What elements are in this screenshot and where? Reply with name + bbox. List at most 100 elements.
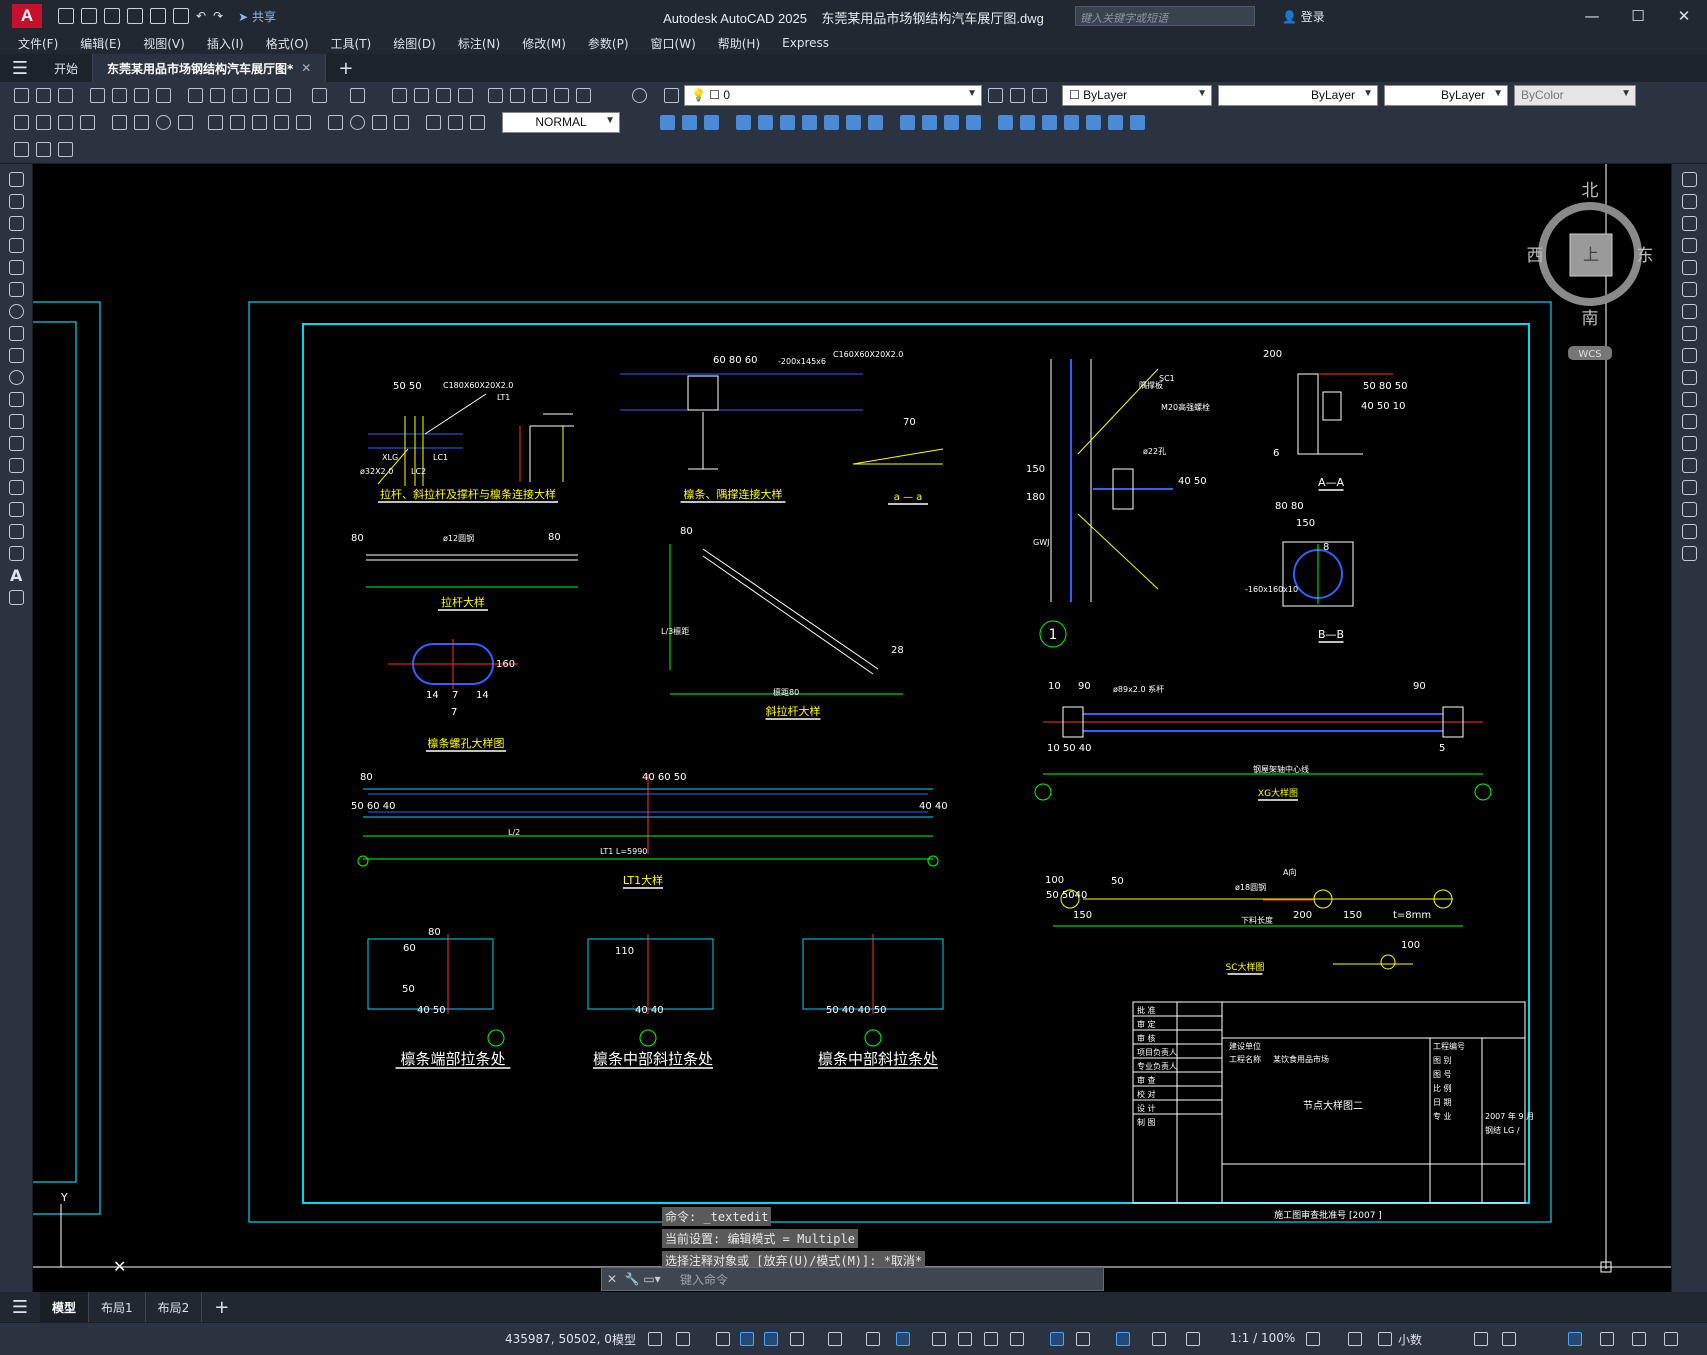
tolerance-icon[interactable] <box>328 115 343 130</box>
blend-icon[interactable] <box>1682 524 1697 539</box>
box-icon[interactable] <box>660 115 675 130</box>
check-icon[interactable] <box>1086 115 1101 130</box>
blockeditor-icon[interactable] <box>276 88 291 103</box>
annotation-visibility-icon[interactable] <box>1152 1332 1166 1346</box>
shell-icon[interactable] <box>1020 115 1035 130</box>
baseline-icon[interactable] <box>230 115 245 130</box>
mtext-icon[interactable]: A <box>10 566 22 585</box>
cut-icon[interactable] <box>188 88 203 103</box>
coordinate-readout[interactable]: 435987, 50502, 0 <box>505 1332 612 1346</box>
clean-screen-icon[interactable] <box>1632 1332 1646 1346</box>
annotation-scale-button[interactable]: 1:1 / 100% <box>1230 1331 1295 1345</box>
gradient-icon[interactable] <box>9 502 24 517</box>
undo-tool-icon[interactable] <box>312 88 327 103</box>
lineweight-icon[interactable] <box>932 1332 946 1346</box>
dimstyle-dropdown[interactable]: NORMAL ▼ <box>502 112 620 133</box>
isolate-objects-icon[interactable] <box>1600 1332 1614 1346</box>
redo-tool-icon[interactable] <box>350 88 365 103</box>
lineweight-dropdown[interactable]: ByLayer ▼ <box>1384 85 1508 106</box>
menu-window[interactable]: 窗口(W) <box>651 35 696 52</box>
save-icon[interactable] <box>104 8 120 24</box>
infer-constraints-icon[interactable] <box>716 1332 730 1346</box>
menu-parametric[interactable]: 参数(P) <box>588 35 629 52</box>
ordinate-icon[interactable] <box>80 115 95 130</box>
region-icon[interactable] <box>9 524 24 539</box>
minimize-button[interactable]: — <box>1569 0 1615 32</box>
layer-state-icon[interactable] <box>1032 88 1047 103</box>
break-icon[interactable] <box>1682 436 1697 451</box>
open-icon[interactable] <box>36 88 51 103</box>
grid-icon[interactable] <box>648 1332 662 1346</box>
polyline-icon[interactable] <box>9 216 24 231</box>
close-tab-icon[interactable]: ✕ <box>301 61 311 75</box>
fillet-edge-icon[interactable] <box>1130 115 1145 130</box>
toolpalettes-icon[interactable] <box>532 88 547 103</box>
customization-icon[interactable] <box>1664 1332 1678 1346</box>
properties-icon[interactable] <box>488 88 503 103</box>
scale-icon[interactable] <box>1682 326 1697 341</box>
login-button[interactable]: 👤 登录 <box>1282 8 1325 25</box>
gizmo-icon[interactable] <box>1116 1332 1130 1346</box>
diameter-icon[interactable] <box>156 115 171 130</box>
ortho-icon[interactable] <box>764 1332 778 1346</box>
break-point-icon[interactable] <box>1682 414 1697 429</box>
3d-print-icon[interactable] <box>156 88 171 103</box>
line-icon[interactable] <box>9 172 24 187</box>
help-icon[interactable] <box>632 88 647 103</box>
units-dropdown[interactable]: 小数 <box>1398 1331 1422 1348</box>
open-file-icon[interactable] <box>81 8 97 24</box>
object-snap-icon[interactable] <box>896 1332 910 1346</box>
trim-icon[interactable] <box>1682 370 1697 385</box>
save-tool-icon[interactable] <box>58 88 73 103</box>
share-button[interactable]: ➤ 共享 <box>238 8 276 25</box>
polygon-icon[interactable] <box>9 238 24 253</box>
add-selected-icon[interactable] <box>9 590 24 605</box>
color-dropdown[interactable]: ☐ ByLayer ▼ <box>1062 85 1212 106</box>
object-snap-tracking-icon[interactable] <box>866 1332 880 1346</box>
close-block-icon[interactable] <box>58 142 73 157</box>
tab-start[interactable]: 开始 <box>40 54 94 82</box>
isodraft-icon[interactable] <box>828 1332 842 1346</box>
arc-icon[interactable] <box>9 282 24 297</box>
transparency-icon[interactable] <box>958 1332 972 1346</box>
section-icon[interactable] <box>868 115 883 130</box>
plot-icon[interactable] <box>173 8 189 24</box>
stretch-icon[interactable] <box>1682 348 1697 363</box>
selection-cycling-icon[interactable] <box>984 1332 998 1346</box>
menu-express[interactable]: Express <box>782 36 829 50</box>
array-icon[interactable] <box>1682 260 1697 275</box>
zoom-window-icon[interactable] <box>436 88 451 103</box>
subtract-icon[interactable] <box>802 115 817 130</box>
customize-wrench-icon[interactable]: 🔧 <box>622 1272 642 1286</box>
dim-edit-icon[interactable] <box>426 115 441 130</box>
snap-icon[interactable] <box>676 1332 690 1346</box>
extend-icon[interactable] <box>1682 392 1697 407</box>
imprint-icon[interactable] <box>1108 115 1123 130</box>
designcenter-icon[interactable] <box>510 88 525 103</box>
menu-draw[interactable]: 绘图(D) <box>393 35 436 52</box>
layer-properties-icon[interactable] <box>664 88 679 103</box>
clean-icon[interactable] <box>1064 115 1079 130</box>
circle-icon[interactable] <box>9 304 24 319</box>
auto-scale-icon[interactable] <box>1186 1332 1200 1346</box>
explode-icon[interactable] <box>1682 546 1697 561</box>
save-block-icon[interactable] <box>36 142 51 157</box>
revolve-icon[interactable] <box>758 115 773 130</box>
move-icon[interactable] <box>1682 282 1697 297</box>
calculator-icon[interactable] <box>576 88 591 103</box>
selection-filter-icon[interactable] <box>1076 1332 1090 1346</box>
tab-layout1[interactable]: 布局1 <box>89 1292 146 1322</box>
separate-icon[interactable] <box>1042 115 1057 130</box>
tab-model[interactable]: 模型 <box>40 1292 90 1322</box>
matchprop-icon[interactable] <box>254 88 269 103</box>
center-mark-icon[interactable] <box>350 115 365 130</box>
erase-icon[interactable] <box>1682 172 1697 187</box>
rectangle-icon[interactable] <box>9 260 24 275</box>
menu-help[interactable]: 帮助(H) <box>718 35 760 52</box>
units-icon[interactable] <box>1378 1332 1392 1346</box>
polar-icon[interactable] <box>790 1332 804 1346</box>
command-input[interactable]: 键入命令 <box>680 1271 728 1288</box>
offset-icon[interactable] <box>1682 238 1697 253</box>
menu-edit[interactable]: 编辑(E) <box>80 35 121 52</box>
recent-commands-icon[interactable]: ▭▾ <box>642 1272 662 1286</box>
